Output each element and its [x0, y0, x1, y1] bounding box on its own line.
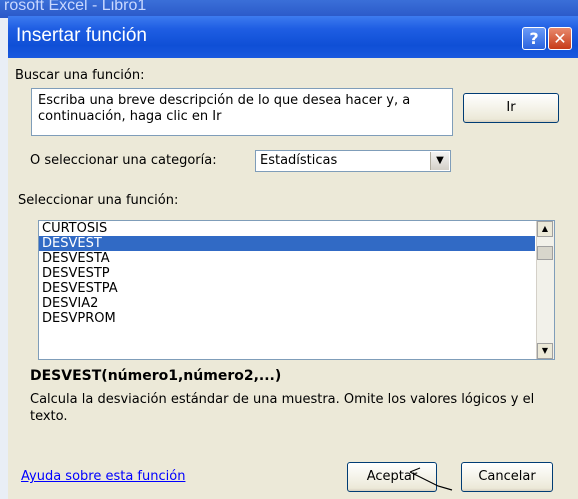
go-button[interactable]: Ir — [463, 93, 559, 123]
function-list-item[interactable]: DESVESTA — [39, 251, 535, 266]
help-button[interactable]: ? — [522, 27, 546, 50]
function-list[interactable]: CURTOSIS DESVEST DESVESTA DESVESTP DESVESTPA… — [38, 220, 555, 360]
function-list-items: CURTOSIS DESVEST DESVESTA DESVESTP DESVESTPA… — [39, 221, 554, 326]
category-select[interactable]: Estadísticas ▼ — [255, 150, 451, 172]
functions-label: Seleccionar una función: — [18, 193, 179, 208]
mouse-pointer-icon — [409, 467, 453, 491]
search-input[interactable]: Escriba una breve descripción de lo que … — [31, 88, 453, 136]
scroll-up-icon[interactable]: ▲ — [537, 221, 553, 237]
function-list-item[interactable]: DESVESTPA — [39, 281, 535, 296]
help-link[interactable]: Ayuda sobre esta función — [21, 469, 185, 484]
function-list-item[interactable]: DESVIA2 — [39, 296, 535, 311]
search-label: Buscar una función: — [15, 68, 145, 83]
background-window-title: rosoft Excel - Libro1 — [4, 0, 147, 14]
function-list-item[interactable]: DESVPROM — [39, 311, 535, 326]
function-list-item[interactable]: DESVESTP — [39, 266, 535, 281]
list-scrollbar[interactable]: ▲ ▼ — [536, 221, 554, 359]
chevron-down-icon[interactable]: ▼ — [430, 152, 449, 170]
close-button[interactable]: ✕ — [548, 27, 572, 50]
function-list-item[interactable]: DESVEST — [39, 236, 535, 251]
category-value: Estadísticas — [260, 153, 338, 168]
category-label: O seleccionar una categoría: — [30, 153, 217, 168]
dialog-title: Insertar función — [16, 25, 147, 46]
insert-function-dialog: Insertar función ? ✕ Buscar una función:… — [8, 16, 578, 499]
function-list-item[interactable]: CURTOSIS — [39, 221, 535, 236]
scroll-thumb[interactable] — [537, 246, 553, 260]
function-signature: DESVEST(número1,número2,...) — [30, 368, 282, 384]
scroll-down-icon[interactable]: ▼ — [537, 343, 553, 359]
dialog-titlebar[interactable]: Insertar función ? ✕ — [8, 16, 578, 58]
function-description: Calcula la desviación estándar de una mu… — [30, 392, 535, 424]
cancel-button[interactable]: Cancelar — [461, 462, 553, 492]
